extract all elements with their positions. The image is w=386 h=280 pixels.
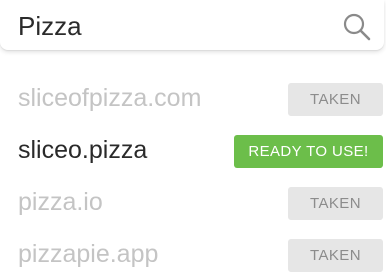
domain-result-row[interactable]: sliceo.pizza READY TO USE! [0,124,386,176]
domain-name: sliceofpizza.com [18,84,202,112]
domain-result-row: sliceofpizza.com TAKEN [0,72,386,124]
domain-name: pizza.io [18,188,103,216]
domain-result-row: pizza.io TAKEN [0,176,386,228]
ready-to-use-button[interactable]: READY TO USE! [234,135,383,168]
domain-result-row: pizzapie.app TAKEN [0,228,386,280]
domain-name: pizzapie.app [18,240,159,268]
domain-name: sliceo.pizza [18,136,148,164]
status-badge-taken: TAKEN [288,83,383,116]
status-badge-taken: TAKEN [288,239,383,272]
search-icon[interactable] [342,12,372,42]
search-input[interactable]: Pizza [18,12,82,40]
status-badge-taken: TAKEN [288,187,383,220]
search-bar[interactable]: Pizza [0,0,384,50]
